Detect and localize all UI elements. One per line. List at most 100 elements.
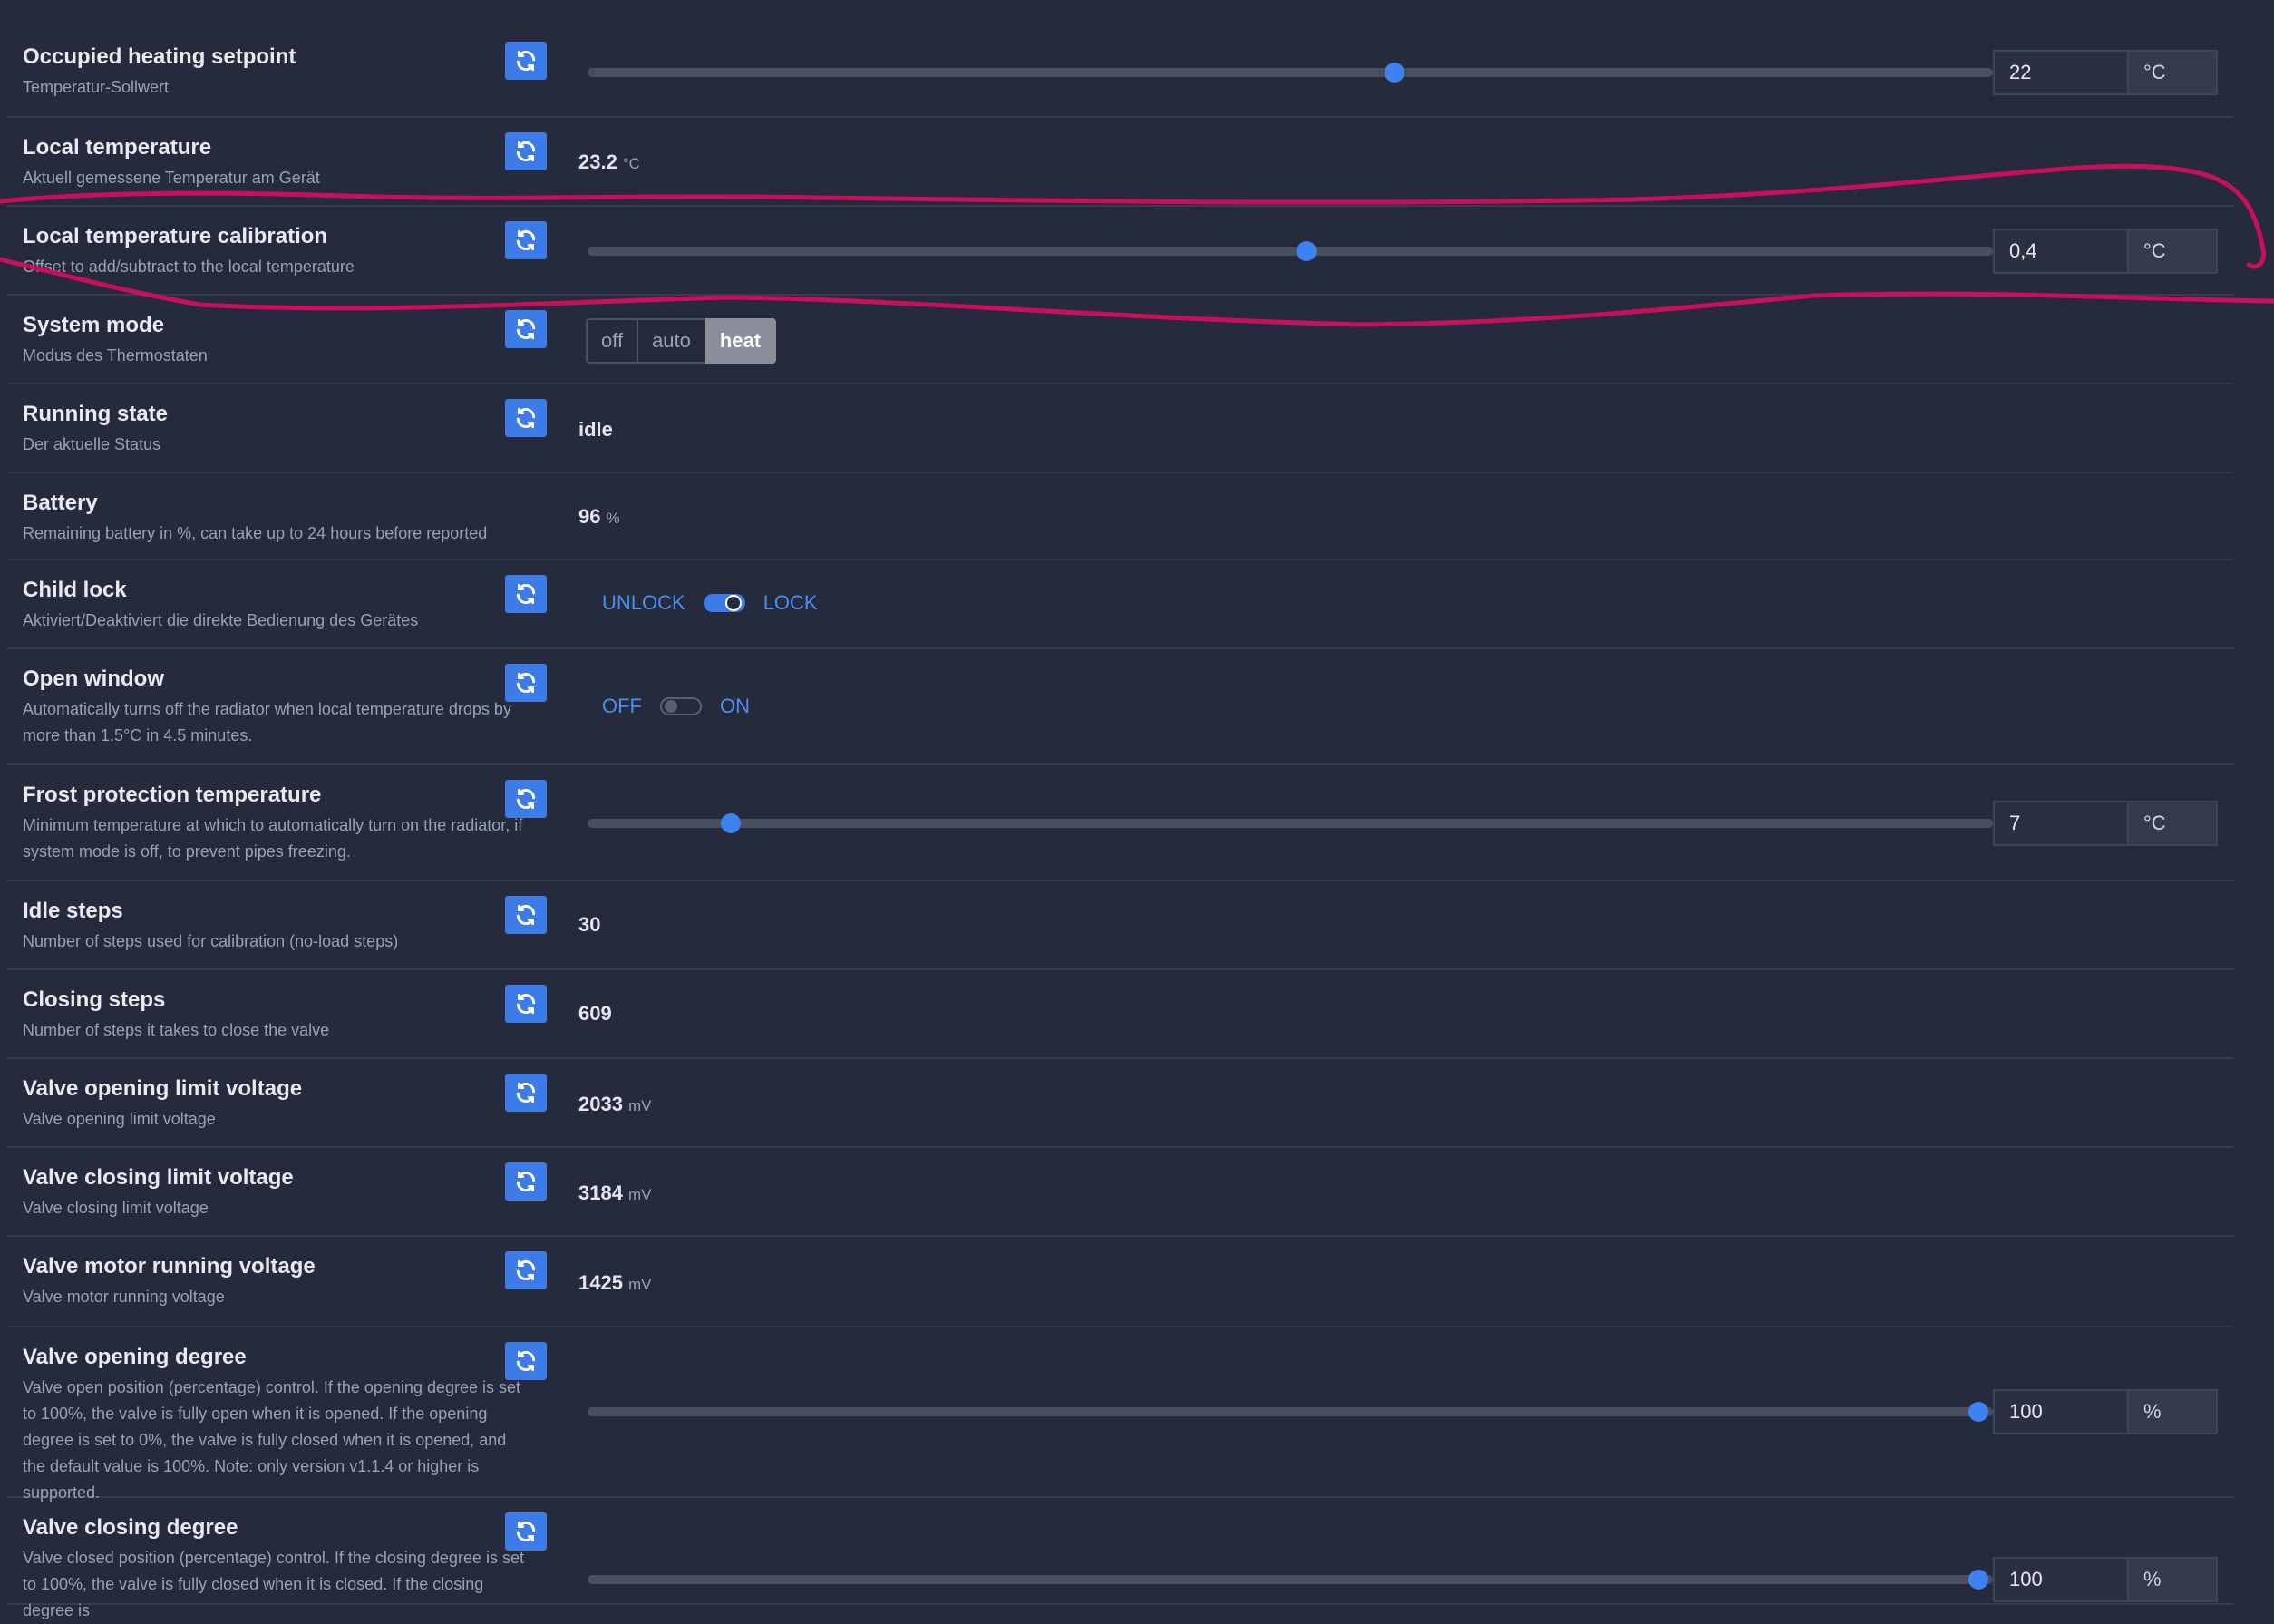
value-input[interactable]: 7 bbox=[1993, 801, 2129, 846]
mode-option-heat[interactable]: heat bbox=[704, 318, 777, 364]
mode-selector: off auto heat bbox=[586, 318, 777, 364]
slider-thumb[interactable] bbox=[1297, 241, 1317, 261]
toggle-on-label[interactable]: LOCK bbox=[763, 591, 818, 615]
refresh-button[interactable] bbox=[505, 1162, 547, 1201]
toggle-switch[interactable] bbox=[703, 594, 745, 612]
value-text: 3184 bbox=[578, 1182, 623, 1204]
expose-label: Frost protection temperature Minimum temp… bbox=[23, 782, 530, 865]
expose-title: Open window bbox=[23, 666, 164, 691]
value-text: 609 bbox=[578, 1002, 612, 1025]
slider-track[interactable] bbox=[588, 241, 1993, 261]
mode-option-auto[interactable]: auto bbox=[637, 318, 706, 364]
expose-description: Minimum temperature at which to automati… bbox=[23, 816, 523, 861]
refresh-button[interactable] bbox=[505, 575, 547, 613]
expose-row: Valve opening limit voltage Valve opening… bbox=[7, 1059, 2233, 1148]
expose-label: System mode Modus des Thermostaten bbox=[23, 312, 530, 369]
value-readout: 96% bbox=[578, 505, 620, 529]
refresh-button[interactable] bbox=[505, 1074, 547, 1112]
refresh-button[interactable] bbox=[505, 664, 547, 702]
expose-description: Offset to add/subtract to the local temp… bbox=[23, 258, 355, 276]
toggle-off-label[interactable]: UNLOCK bbox=[602, 591, 685, 615]
expose-title: Closing steps bbox=[23, 987, 166, 1012]
refresh-button[interactable] bbox=[505, 221, 547, 259]
slider-thumb[interactable] bbox=[1968, 1402, 1988, 1422]
refresh-icon bbox=[514, 49, 538, 73]
slider-thumb[interactable] bbox=[1384, 63, 1404, 83]
expose-description: Der aktuelle Status bbox=[23, 435, 161, 453]
refresh-button[interactable] bbox=[505, 985, 547, 1023]
refresh-button[interactable] bbox=[505, 132, 547, 170]
value-readout: 30 bbox=[578, 913, 600, 937]
expose-row: Valve opening degree Valve open position … bbox=[7, 1327, 2233, 1502]
value-text: idle bbox=[578, 418, 613, 441]
slider-thumb[interactable] bbox=[1968, 1570, 1988, 1590]
expose-title: Occupied heating setpoint bbox=[23, 44, 296, 69]
refresh-icon bbox=[514, 406, 538, 430]
mode-option-off[interactable]: off bbox=[586, 318, 639, 364]
toggle-on-label[interactable]: ON bbox=[720, 695, 750, 718]
value-text: 30 bbox=[578, 913, 601, 936]
value-readout: idle bbox=[578, 418, 613, 442]
expose-row: Closing steps Number of steps it takes to… bbox=[7, 970, 2233, 1059]
refresh-button[interactable] bbox=[505, 896, 547, 934]
unit-addon: °C bbox=[2129, 801, 2218, 846]
refresh-button[interactable] bbox=[505, 780, 547, 818]
expose-row: Open window Automatically turns off the r… bbox=[7, 649, 2233, 765]
refresh-icon bbox=[514, 992, 538, 1016]
refresh-button[interactable] bbox=[505, 42, 547, 80]
expose-label: Child lock Aktiviert/Deaktiviert die dire… bbox=[23, 577, 530, 634]
slider-track[interactable] bbox=[588, 1402, 1993, 1422]
slider-track[interactable] bbox=[588, 1570, 1993, 1590]
refresh-button[interactable] bbox=[505, 310, 547, 348]
refresh-button[interactable] bbox=[505, 399, 547, 437]
toggle-off-label[interactable]: OFF bbox=[602, 695, 642, 718]
refresh-button[interactable] bbox=[505, 1342, 547, 1380]
expose-description: Temperatur-Sollwert bbox=[23, 78, 170, 96]
value-readout: 2033 mV bbox=[578, 1093, 651, 1116]
slider-track[interactable] bbox=[588, 63, 1993, 83]
expose-label: Local temperature calibration Offset to a… bbox=[23, 223, 530, 280]
value-text: 23.2 bbox=[578, 151, 617, 173]
expose-row: Frost protection temperature Minimum temp… bbox=[7, 765, 2233, 881]
expose-label: Closing steps Number of steps it takes to… bbox=[23, 987, 530, 1044]
toggle-switch[interactable] bbox=[660, 697, 702, 715]
value-readout: 3184 mV bbox=[578, 1182, 651, 1205]
expose-description: Valve motor running voltage bbox=[23, 1288, 225, 1306]
expose-row: Valve motor running voltage Valve motor r… bbox=[7, 1237, 2233, 1327]
expose-label: Local temperature Aktuell gemessene Tempe… bbox=[23, 134, 530, 191]
refresh-button[interactable] bbox=[505, 1251, 547, 1289]
expose-title: Battery bbox=[23, 491, 98, 515]
expose-row: Idle steps Number of steps used for calib… bbox=[7, 881, 2233, 970]
value-text: 1425 bbox=[578, 1271, 623, 1294]
expose-description: Modus des Thermostaten bbox=[23, 346, 208, 365]
toggle-knob bbox=[724, 595, 742, 611]
unit-addon: % bbox=[2129, 1389, 2218, 1434]
expose-label: Valve closing degree Valve closed positio… bbox=[23, 1514, 530, 1624]
expose-row: Battery Remaining battery in %, can take … bbox=[7, 473, 2233, 560]
expose-label: Valve opening degree Valve open position … bbox=[23, 1344, 530, 1506]
value-unit: mV bbox=[627, 1186, 652, 1203]
value-input[interactable]: 0,4 bbox=[1993, 229, 2129, 274]
value-input[interactable]: 22 bbox=[1993, 50, 2129, 95]
value-readout: 23.2 °C bbox=[578, 151, 640, 174]
expose-row: Running state Der aktuelle Status idle bbox=[7, 384, 2233, 473]
expose-title: Frost protection temperature bbox=[23, 783, 322, 807]
expose-description: Aktiviert/Deaktiviert die direkte Bedien… bbox=[23, 611, 419, 629]
expose-title: Valve closing limit voltage bbox=[23, 1165, 294, 1190]
expose-title: Valve motor running voltage bbox=[23, 1254, 316, 1279]
refresh-button[interactable] bbox=[505, 1512, 547, 1551]
expose-row: Valve closing limit voltage Valve closing… bbox=[7, 1148, 2233, 1237]
expose-label: Occupied heating setpoint Temperatur-Soll… bbox=[23, 44, 530, 101]
expose-title: Idle steps bbox=[23, 899, 123, 923]
expose-label: Open window Automatically turns off the r… bbox=[23, 666, 530, 749]
value-input[interactable]: 100 bbox=[1993, 1557, 2129, 1602]
value-input[interactable]: 100 bbox=[1993, 1389, 2129, 1434]
value-unit: °C bbox=[622, 155, 640, 172]
expose-title: Local temperature calibration bbox=[23, 224, 328, 248]
slider-thumb[interactable] bbox=[721, 813, 741, 833]
expose-row: Child lock Aktiviert/Deaktiviert die dire… bbox=[7, 560, 2233, 649]
slider-track[interactable] bbox=[588, 813, 1993, 833]
expose-row: Occupied heating setpoint Temperatur-Soll… bbox=[7, 0, 2233, 118]
expose-description: Valve closed position (percentage) contr… bbox=[23, 1549, 524, 1619]
refresh-icon bbox=[514, 787, 538, 811]
